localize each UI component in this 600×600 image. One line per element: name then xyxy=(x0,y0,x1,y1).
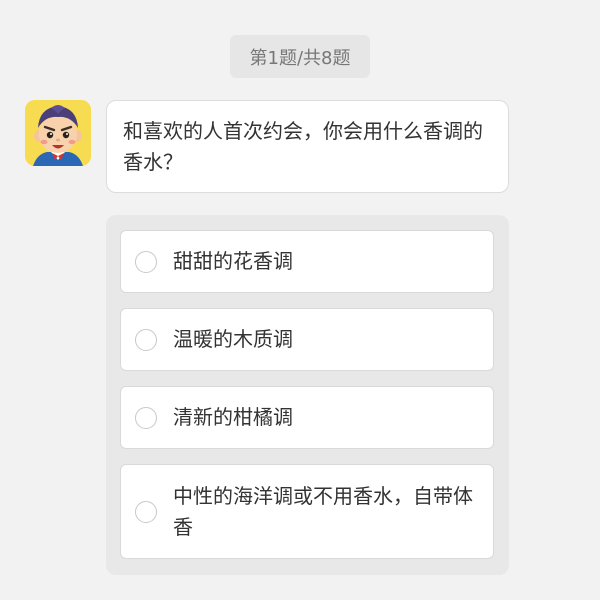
answer-option-2[interactable]: 温暖的木质调 xyxy=(120,308,494,371)
question-text: 和喜欢的人首次约会，你会用什么香调的香水？ xyxy=(123,119,483,174)
answer-options-panel: 甜甜的花香调 温暖的木质调 清新的柑橘调 中性的海洋调或不用香水，自带体香 xyxy=(106,215,509,575)
question-progress-badge: 第1题/共8题 xyxy=(230,35,370,78)
radio-circle-icon[interactable] xyxy=(135,500,157,523)
answer-option-label: 中性的海洋调或不用香水，自带体香 xyxy=(173,483,473,539)
cartoon-boy-avatar-icon xyxy=(25,100,91,166)
radio-circle-icon[interactable] xyxy=(135,250,157,273)
answer-option-label: 温暖的木质调 xyxy=(173,327,293,351)
answer-option-3[interactable]: 清新的柑橘调 xyxy=(120,386,494,449)
answer-option-label: 甜甜的花香调 xyxy=(173,249,293,273)
question-bubble: 和喜欢的人首次约会，你会用什么香调的香水？ xyxy=(106,100,509,193)
answer-option-4[interactable]: 中性的海洋调或不用香水，自带体香 xyxy=(120,464,494,559)
host-avatar xyxy=(25,100,91,166)
radio-circle-icon[interactable] xyxy=(135,328,157,351)
answer-option-label: 清新的柑橘调 xyxy=(173,405,293,429)
answer-option-1[interactable]: 甜甜的花香调 xyxy=(120,230,494,293)
radio-circle-icon[interactable] xyxy=(135,406,157,429)
